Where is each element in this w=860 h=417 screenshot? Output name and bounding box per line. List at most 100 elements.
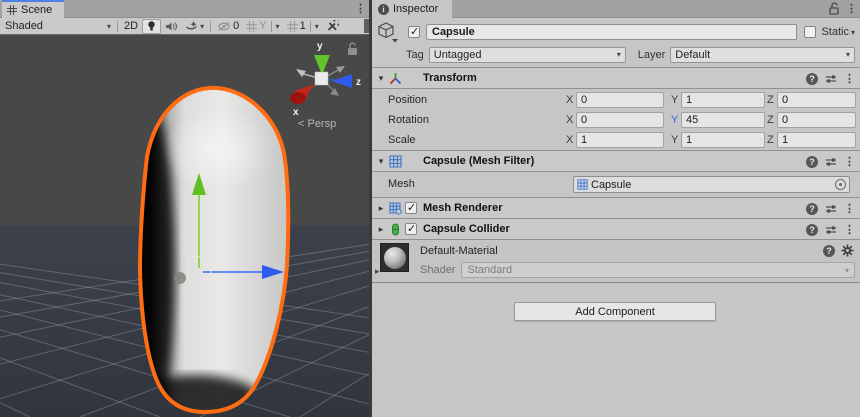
- scale-x-field[interactable]: 1: [576, 132, 664, 148]
- scene-grid-visibility-dropdown[interactable]: Y ▾: [243, 19, 282, 34]
- active-checkbox[interactable]: [408, 26, 420, 38]
- rotation-x-field[interactable]: 0: [576, 112, 664, 128]
- foldout-closed-icon[interactable]: ▸: [375, 266, 380, 277]
- scene-lighting-button[interactable]: [142, 19, 161, 34]
- position-label: Position: [388, 94, 427, 106]
- scale-row: Scale X 1 Y 1 Z 1: [372, 130, 860, 150]
- presets-icon[interactable]: [825, 203, 837, 215]
- axis-x-label[interactable]: X: [566, 94, 573, 106]
- axis-y-label[interactable]: Y: [671, 134, 678, 146]
- axis-x-label[interactable]: X: [566, 114, 573, 126]
- gameobject-header: Capsule Static ▾ Tag Untagged ▾ Layer De…: [372, 18, 860, 68]
- axis-y-label[interactable]: Y: [671, 94, 678, 106]
- chevron-down-icon: ▾: [276, 22, 280, 31]
- mesh-object-field[interactable]: Capsule: [573, 176, 850, 193]
- help-icon[interactable]: ?: [806, 73, 818, 85]
- scene-panel: Scene ⋮ Shaded ▾ 2D: [0, 0, 369, 417]
- inspector-menu-kebab-icon[interactable]: ⋮: [846, 2, 857, 15]
- wrench-icon: [326, 20, 339, 32]
- presets-icon[interactable]: [825, 224, 837, 236]
- component-menu-kebab-icon[interactable]: ⋮: [844, 202, 855, 215]
- rotation-row: Rotation X 0 Y 45 Z 0: [372, 110, 860, 130]
- transform-icon: [388, 71, 402, 85]
- mesh-filter-icon: [388, 154, 402, 168]
- scene-tools-button[interactable]: [323, 19, 342, 34]
- chevron-down-icon: ▾: [107, 22, 111, 31]
- layer-value: Default: [675, 49, 710, 61]
- material-name: Default-Material: [420, 245, 498, 257]
- tag-dropdown[interactable]: Untagged ▾: [429, 47, 626, 63]
- mesh-filter-header[interactable]: ▾ Capsule (Mesh Filter) ? ⋮: [372, 151, 860, 172]
- capsule-collider-enabled-checkbox[interactable]: [405, 223, 417, 235]
- lock-icon[interactable]: [829, 2, 840, 15]
- help-icon[interactable]: ?: [806, 224, 818, 236]
- capsule-collider-icon: [388, 222, 402, 236]
- help-icon[interactable]: ?: [806, 156, 818, 168]
- persp-toggle[interactable]: < Persp: [298, 118, 336, 130]
- position-x-field[interactable]: 0: [576, 92, 664, 108]
- scene-visibility-button[interactable]: 0: [214, 19, 242, 34]
- scale-z-field[interactable]: 1: [777, 132, 856, 148]
- object-name-field[interactable]: Capsule: [426, 24, 797, 40]
- toggle-2d-button[interactable]: 2D: [121, 19, 141, 34]
- chevron-down-icon: ▾: [200, 22, 204, 31]
- scale-y-field[interactable]: 1: [681, 132, 765, 148]
- static-checkbox[interactable]: [804, 26, 816, 38]
- rotation-y-field[interactable]: 45: [681, 112, 765, 128]
- hidden-count: 0: [233, 20, 239, 32]
- component-menu-kebab-icon[interactable]: ⋮: [844, 155, 855, 168]
- material-section: ▸ Default-Material ? Shader: [372, 240, 860, 283]
- snap-increment-dropdown[interactable]: 1 ▾: [284, 19, 322, 34]
- gizmo-y-label: y: [317, 41, 323, 52]
- gizmo-x-label: x: [293, 107, 299, 118]
- position-y-field[interactable]: 1: [681, 92, 765, 108]
- tab-scene[interactable]: Scene: [2, 0, 64, 18]
- tab-inspector[interactable]: i Inspector: [372, 0, 452, 18]
- object-picker-icon[interactable]: [835, 179, 846, 190]
- scene-grid-icon: [7, 5, 17, 15]
- axis-z-label[interactable]: Z: [767, 134, 774, 146]
- gear-icon[interactable]: [841, 244, 854, 257]
- foldout-closed-icon[interactable]: ▸: [376, 203, 386, 214]
- inspector-tab-label: Inspector: [393, 3, 438, 15]
- scene-audio-button[interactable]: [162, 19, 181, 34]
- scene-effects-dropdown[interactable]: ▾: [182, 19, 207, 34]
- chevron-down-icon: ▾: [846, 50, 850, 59]
- shading-mode-dropdown[interactable]: Shaded ▾: [2, 19, 114, 34]
- axis-x-label[interactable]: X: [566, 134, 573, 146]
- mesh-filter-body: Mesh Capsule: [372, 172, 860, 198]
- static-dropdown-icon[interactable]: ▾: [851, 28, 855, 37]
- scene-menu-kebab-icon[interactable]: ⋮: [355, 2, 366, 15]
- speaker-icon: [165, 21, 178, 32]
- axis-y-label-highlighted[interactable]: Y: [671, 114, 678, 126]
- mesh-filter-title: Capsule (Mesh Filter): [423, 155, 534, 167]
- axis-z-label[interactable]: Z: [767, 94, 774, 106]
- transform-header[interactable]: ▾ Transform ? ⋮: [372, 68, 860, 89]
- help-icon[interactable]: ?: [806, 203, 818, 215]
- capsule-collider-header[interactable]: ▸ Capsule Collider ? ⋮: [372, 219, 860, 240]
- chevron-down-icon: ▾: [845, 266, 849, 275]
- presets-icon[interactable]: [825, 156, 837, 168]
- component-menu-kebab-icon[interactable]: ⋮: [844, 72, 855, 85]
- component-menu-kebab-icon[interactable]: ⋮: [844, 223, 855, 236]
- toolbar-separator: [310, 21, 311, 32]
- axis-z-label[interactable]: Z: [767, 114, 774, 126]
- position-z-field[interactable]: 0: [777, 92, 856, 108]
- mesh-renderer-enabled-checkbox[interactable]: [405, 202, 417, 214]
- mesh-renderer-header[interactable]: ▸ Mesh Renderer ? ⋮: [372, 198, 860, 219]
- inspector-panel: i Inspector ⋮ Capsule: [372, 0, 860, 417]
- presets-icon[interactable]: [825, 73, 837, 85]
- foldout-open-icon[interactable]: ▾: [376, 73, 386, 84]
- foldout-open-icon[interactable]: ▾: [376, 156, 386, 167]
- help-icon[interactable]: ?: [823, 245, 835, 257]
- foldout-closed-icon[interactable]: ▸: [376, 224, 386, 235]
- material-preview-thumbnail[interactable]: [380, 243, 409, 272]
- layer-dropdown[interactable]: Default ▾: [670, 47, 855, 63]
- rotation-z-field[interactable]: 0: [777, 112, 856, 128]
- add-component-button[interactable]: Add Component: [514, 302, 716, 321]
- gameobject-cube-icon[interactable]: [376, 21, 399, 43]
- scene-toolbar: Shaded ▾ 2D: [0, 18, 369, 35]
- mesh-label: Mesh: [388, 178, 415, 190]
- shader-dropdown[interactable]: Standard ▾: [461, 262, 855, 278]
- scene-viewport[interactable]: y z x < Persp: [0, 35, 369, 417]
